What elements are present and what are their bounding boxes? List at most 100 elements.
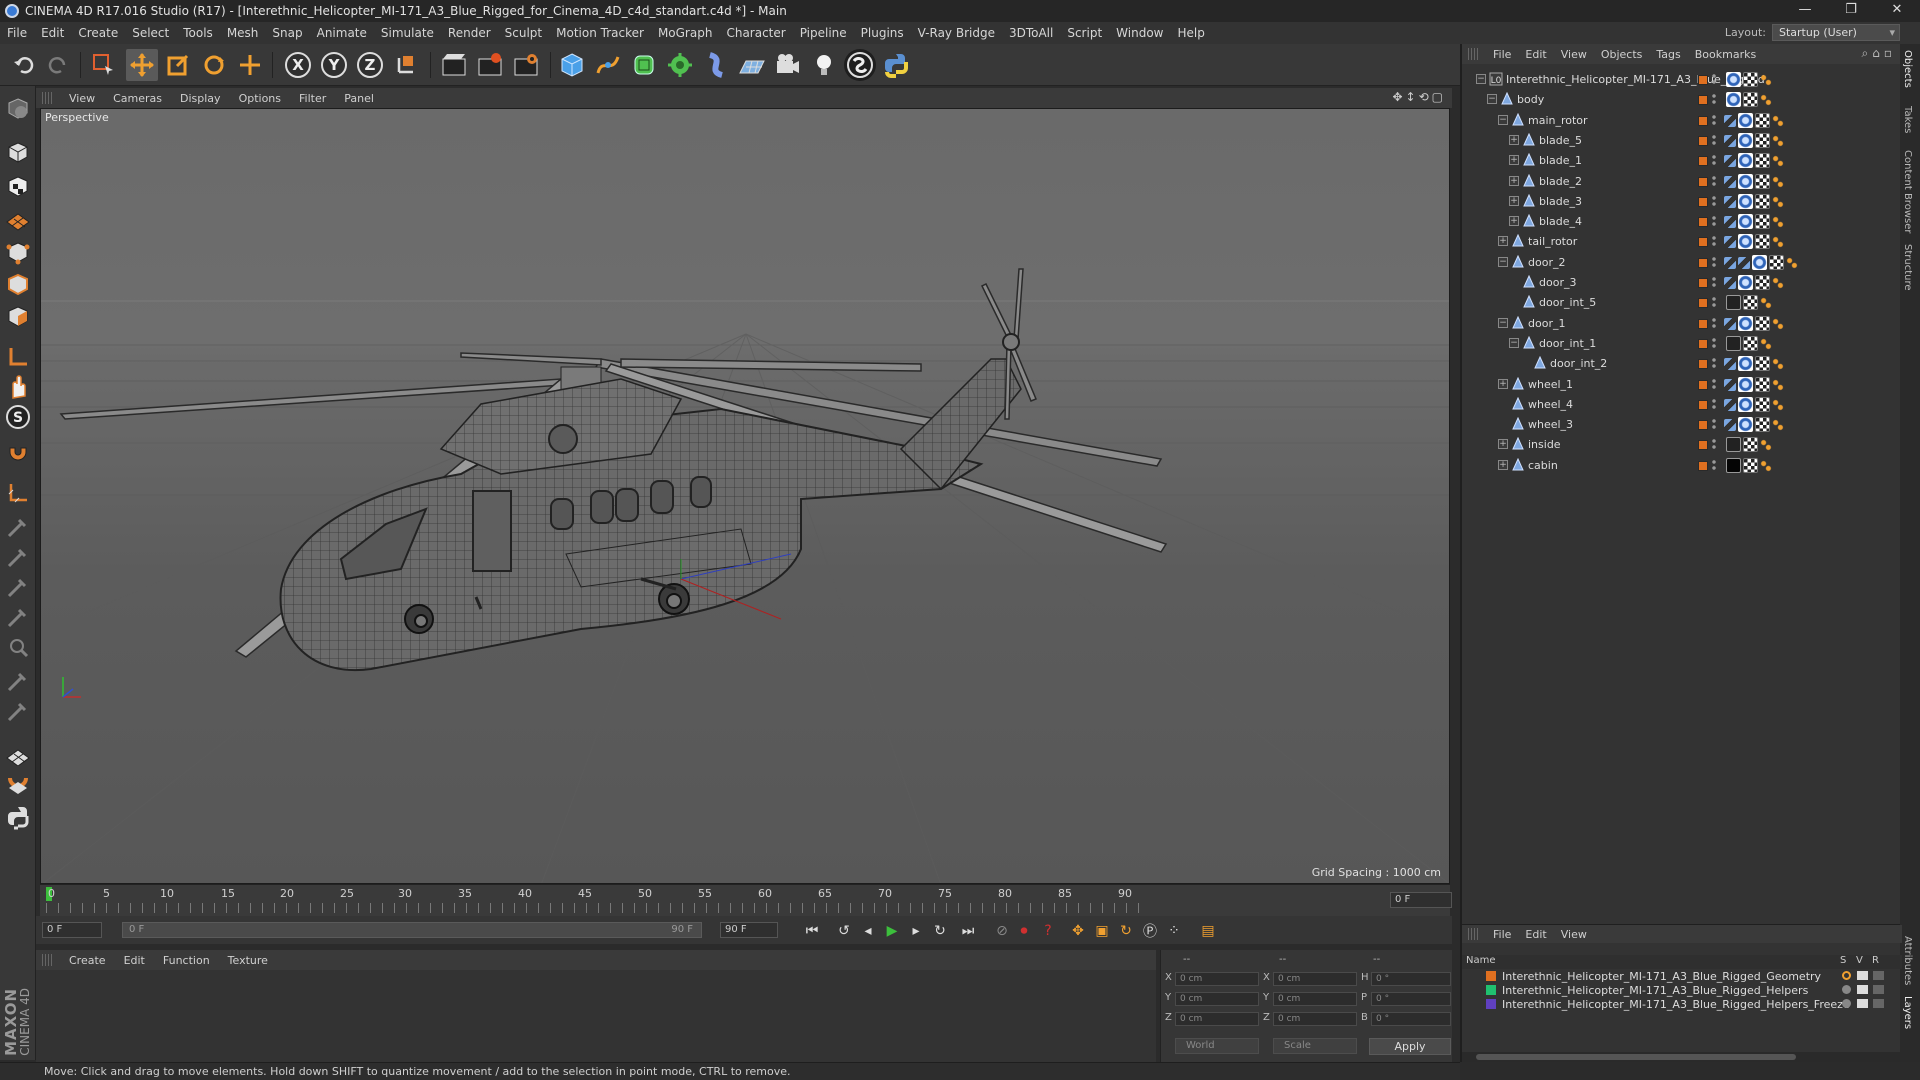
ik-tag-icon[interactable] xyxy=(1724,195,1736,208)
python-icon[interactable] xyxy=(3,802,33,832)
model-mode-icon[interactable] xyxy=(3,138,33,168)
layer-color-tag[interactable] xyxy=(1698,338,1708,349)
visibility-dots-icon[interactable] xyxy=(1712,174,1716,187)
visibility-dots-icon[interactable] xyxy=(1712,336,1716,349)
rotation-h-field[interactable]: 0 ° xyxy=(1371,972,1451,986)
object-name[interactable]: cabin xyxy=(1528,459,1558,472)
material-tag-icon[interactable] xyxy=(1752,254,1767,270)
selection-tag-icon[interactable] xyxy=(1772,277,1784,289)
selection-tag-icon[interactable] xyxy=(1772,419,1784,432)
move-icon[interactable] xyxy=(126,49,158,81)
phong-tag-icon[interactable] xyxy=(1726,457,1741,473)
material-tag-icon[interactable] xyxy=(1738,214,1753,230)
texture-tag-icon[interactable] xyxy=(1743,437,1758,453)
visibility-dots-icon[interactable] xyxy=(1712,357,1716,370)
size-y-field[interactable]: 0 cm xyxy=(1273,992,1357,1006)
texture-tag-icon[interactable] xyxy=(1755,112,1770,128)
3d-viewport[interactable]: Perspective Grid Spacing : 1000 cm xyxy=(40,108,1450,884)
pen-spline-icon[interactable] xyxy=(592,49,624,81)
undo-icon[interactable] xyxy=(8,49,40,81)
layer-header-visible[interactable]: V xyxy=(1856,955,1863,966)
menu-sculpt[interactable]: Sculpt xyxy=(498,26,549,40)
expand-icon[interactable]: + xyxy=(1498,459,1508,470)
layer-color-tag[interactable] xyxy=(1698,237,1708,248)
expand-icon[interactable]: + xyxy=(1509,195,1519,206)
phong-tag-icon[interactable] xyxy=(1726,437,1741,453)
menu-tools[interactable]: Tools xyxy=(176,26,220,40)
tab-attributes[interactable]: Attributes xyxy=(1902,936,1913,985)
object-name[interactable]: inside xyxy=(1528,438,1561,451)
layer-color-swatch[interactable] xyxy=(1486,971,1496,981)
viewport-menu-view[interactable]: View xyxy=(60,92,104,105)
objects-menu-file[interactable]: File xyxy=(1486,48,1518,61)
start-frame-field[interactable]: 0 F xyxy=(42,922,102,938)
visibility-dots-icon[interactable] xyxy=(1712,133,1716,146)
subdivision-surface-icon[interactable] xyxy=(628,49,660,81)
object-row-tail-rotor[interactable]: + tail_rotor xyxy=(1462,232,1902,252)
layout-dropdown[interactable]: Startup (User) xyxy=(1772,24,1900,41)
selection-tag-icon[interactable] xyxy=(1760,439,1772,452)
brush-tool-1-icon[interactable] xyxy=(3,512,33,542)
material-tag-icon[interactable] xyxy=(1738,173,1753,189)
preview-range-slider[interactable]: 0 F 90 F xyxy=(122,922,702,938)
visibility-dots-icon[interactable] xyxy=(1712,296,1716,309)
layer-render-icon[interactable] xyxy=(1873,985,1884,994)
material-tag-icon[interactable] xyxy=(1738,356,1753,372)
brush-tool-6-icon[interactable] xyxy=(3,666,33,696)
material-tag-icon[interactable] xyxy=(1738,275,1753,290)
menu-mograph[interactable]: MoGraph xyxy=(651,26,720,40)
enable-axis-icon[interactable] xyxy=(3,478,33,508)
layer-scrollbar-thumb[interactable] xyxy=(1476,1054,1796,1060)
layer-visible-icon[interactable] xyxy=(1857,985,1868,994)
material-tag-icon[interactable] xyxy=(1738,112,1753,128)
tab-layers[interactable]: Layers xyxy=(1902,996,1913,1029)
layer-color-tag[interactable] xyxy=(1698,399,1708,410)
tweak-mode-icon[interactable] xyxy=(3,372,33,402)
brush-tool-2-icon[interactable] xyxy=(3,542,33,572)
layer-visible-icon[interactable] xyxy=(1857,971,1868,980)
menu-file[interactable]: File xyxy=(0,26,34,40)
selection-tag-icon[interactable] xyxy=(1772,114,1784,127)
ik-tag-icon[interactable] xyxy=(1724,256,1736,269)
solo-mode-icon[interactable]: S xyxy=(3,402,33,432)
prev-key-icon[interactable]: ↺ xyxy=(832,920,856,942)
timeline-window-icon[interactable]: ▤ xyxy=(1196,920,1220,942)
material-tag-icon[interactable] xyxy=(1726,92,1741,108)
material-tag-icon[interactable] xyxy=(1738,153,1753,169)
close-button[interactable]: ✕ xyxy=(1874,0,1920,22)
keyframe-selection-icon[interactable]: ? xyxy=(1036,920,1060,942)
magnet-icon[interactable] xyxy=(3,770,33,800)
end-frame-field[interactable]: 90 F xyxy=(720,922,778,938)
render-picture-viewer-icon[interactable] xyxy=(474,49,506,81)
material-menu-texture[interactable]: Texture xyxy=(219,954,277,967)
expand-icon[interactable]: + xyxy=(1509,155,1519,166)
z-axis-icon[interactable]: Z xyxy=(354,49,386,81)
object-row-door-int-1[interactable]: − door_int_1 xyxy=(1462,334,1902,354)
layers-menu-edit[interactable]: Edit xyxy=(1518,928,1553,941)
viewport-menu-options[interactable]: Options xyxy=(230,92,290,105)
floor-icon[interactable] xyxy=(736,49,768,81)
layer-color-tag[interactable] xyxy=(1698,75,1708,85)
texture-tag-icon[interactable] xyxy=(1755,275,1770,290)
timeline-ruler[interactable]: 0 5 10 15 20 25 30 35 40 45 50 55 60 65 … xyxy=(40,884,1450,916)
object-row-wheel-4[interactable]: wheel_4 xyxy=(1462,395,1902,415)
layers-menu-view[interactable]: View xyxy=(1554,928,1594,941)
world-coordinates-icon[interactable] xyxy=(390,49,422,81)
object-name[interactable]: wheel_1 xyxy=(1528,378,1573,391)
texture-tag-icon[interactable] xyxy=(1755,234,1770,250)
object-name[interactable]: blade_2 xyxy=(1539,175,1582,188)
menu-vray-bridge[interactable]: V-Ray Bridge xyxy=(911,26,1002,40)
visibility-dots-icon[interactable] xyxy=(1712,458,1716,471)
layer-color-tag[interactable] xyxy=(1698,257,1708,268)
material-menu-create[interactable]: Create xyxy=(60,954,115,967)
viewport-nav-icons[interactable]: ✥↕⟲▢ xyxy=(1392,90,1446,104)
expand-icon[interactable]: + xyxy=(1498,236,1508,247)
collapse-icon[interactable]: − xyxy=(1498,114,1508,125)
brush-tool-7-icon[interactable] xyxy=(3,696,33,726)
edit-render-settings-icon[interactable] xyxy=(510,49,542,81)
object-row-interethnic-helicopter-mi-171-a3-blue-rigged[interactable]: − L0 Interethnic_Helicopter_MI-171_A3_Blue… xyxy=(1462,70,1902,90)
menu-window[interactable]: Window xyxy=(1109,26,1170,40)
material-tag-icon[interactable] xyxy=(1738,376,1753,392)
menu-motion-tracker[interactable]: Motion Tracker xyxy=(549,26,651,40)
object-row-body[interactable]: − body xyxy=(1462,90,1902,110)
